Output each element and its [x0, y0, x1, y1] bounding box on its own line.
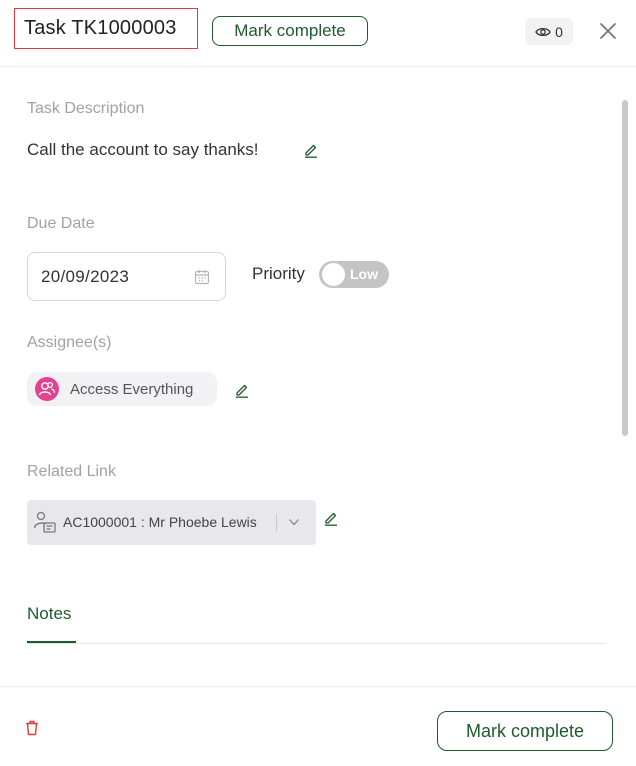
mark-complete-button-bottom[interactable]: Mark complete: [437, 711, 613, 751]
task-description-label: Task Description: [27, 100, 145, 117]
group-avatar-icon: [35, 377, 59, 401]
mark-complete-button-top[interactable]: Mark complete: [212, 16, 368, 46]
due-date-label: Due Date: [27, 215, 95, 232]
task-header: Task TK1000003 Mark complete 0: [0, 0, 636, 67]
priority-label: Priority: [252, 264, 305, 283]
trash-icon[interactable]: [24, 720, 40, 736]
related-link-label: Related Link: [27, 463, 116, 480]
assignee-name: Access Everything: [70, 381, 194, 398]
contact-card-icon: [33, 511, 56, 533]
active-tab-underline: [27, 641, 76, 643]
edit-related-link-icon[interactable]: [323, 510, 339, 526]
edit-assignees-icon[interactable]: [234, 382, 250, 398]
due-date-picker[interactable]: 20/09/2023: [27, 252, 226, 301]
close-icon[interactable]: [598, 21, 618, 41]
due-date-value: 20/09/2023: [41, 267, 130, 286]
priority-value: Low: [350, 266, 378, 282]
assignee-chip[interactable]: Access Everything: [27, 372, 217, 406]
edit-description-icon[interactable]: [303, 142, 319, 158]
tabs-divider: [27, 643, 606, 644]
task-title[interactable]: Task TK1000003: [14, 8, 198, 49]
assignees-label: Assignee(s): [27, 334, 112, 351]
tab-notes[interactable]: Notes: [27, 604, 71, 624]
task-description-text: Call the account to say thanks!: [27, 140, 259, 159]
scrollbar[interactable]: [622, 100, 628, 436]
priority-toggle[interactable]: Low: [319, 261, 389, 288]
select-divider: [276, 514, 277, 531]
task-footer: Mark complete: [0, 686, 636, 766]
watchers-count: 0: [555, 23, 563, 40]
chevron-down-icon[interactable]: [287, 515, 301, 529]
related-link-value: AC1000001 : Mr Phoebe Lewis: [63, 514, 257, 530]
priority-toggle-knob: [322, 263, 345, 286]
calendar-icon[interactable]: [194, 269, 210, 285]
watchers-badge[interactable]: 0: [525, 18, 573, 45]
eye-icon: [535, 27, 551, 36]
related-link-select[interactable]: AC1000001 : Mr Phoebe Lewis: [27, 500, 316, 545]
